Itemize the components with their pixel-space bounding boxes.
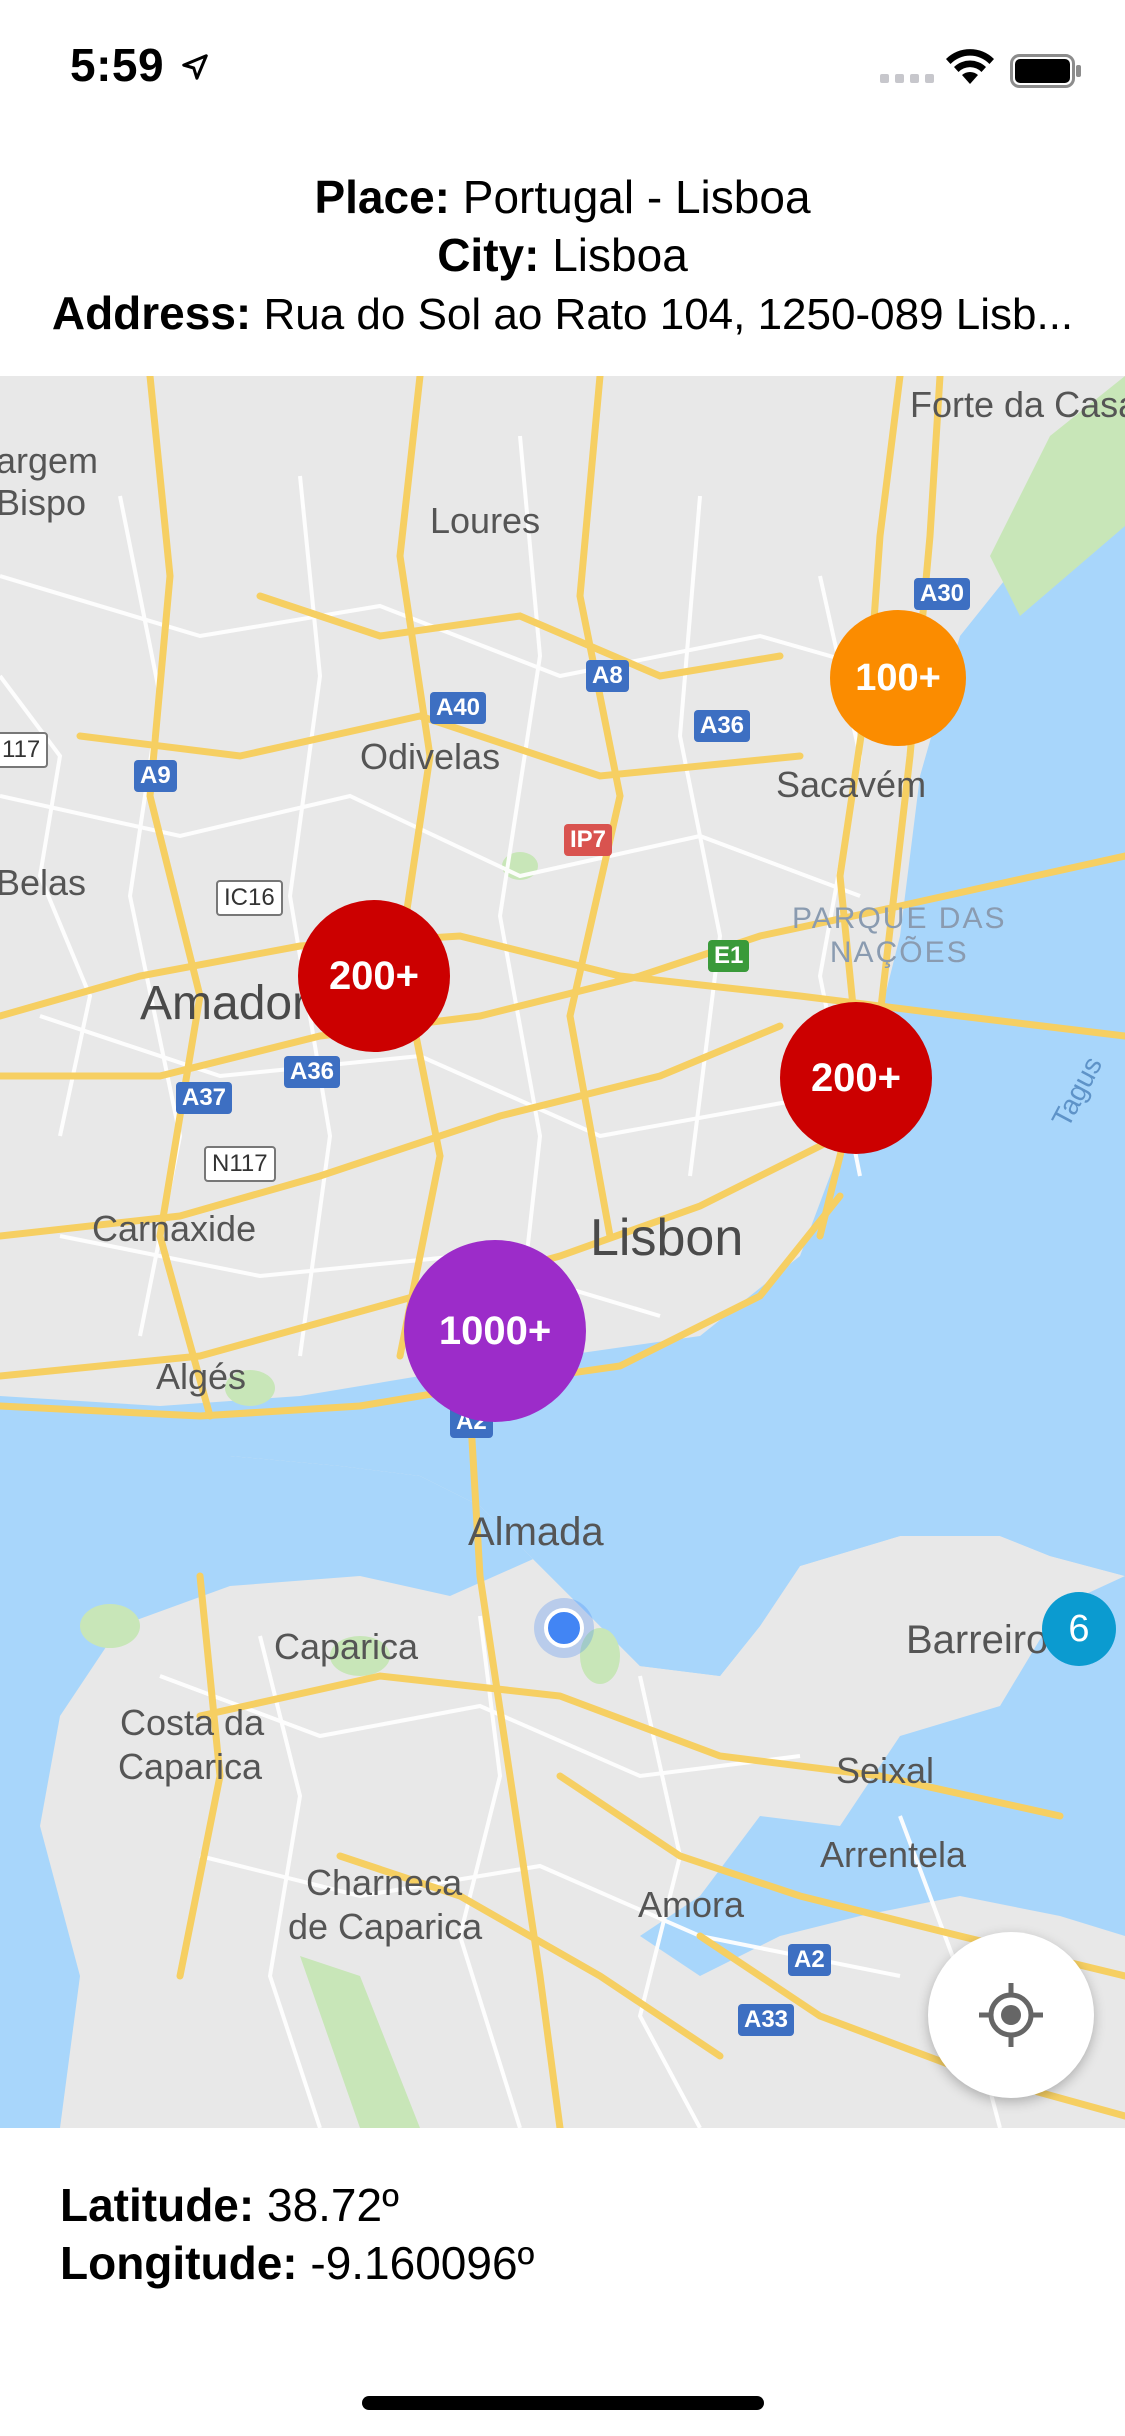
user-location-dot bbox=[544, 1608, 584, 1648]
label-costa-da: Costa da bbox=[120, 1702, 265, 1743]
label-parque: PARQUE DAS bbox=[792, 902, 1007, 935]
shield-a9: A9 bbox=[134, 760, 177, 792]
latitude-key: Latitude: bbox=[60, 2179, 255, 2231]
address-value: Rua do Sol ao Rato 104, 1250-089 Lisb... bbox=[263, 290, 1074, 339]
shield-a8: A8 bbox=[586, 660, 629, 692]
latitude-value: 38.72º bbox=[266, 2179, 399, 2231]
shield-ic16: IC16 bbox=[216, 880, 283, 916]
cluster-marker-100[interactable]: 100+ bbox=[830, 610, 966, 746]
label-nacoes: NAÇÕES bbox=[829, 936, 969, 969]
label-almada: Almada bbox=[468, 1510, 604, 1554]
status-bar: 5:59 bbox=[0, 0, 1125, 132]
label-carnaxide: Carnaxide bbox=[92, 1208, 257, 1249]
shield-n117: N117 bbox=[204, 1146, 276, 1182]
cluster-marker-6[interactable]: 6 bbox=[1042, 1592, 1116, 1666]
label-margem: argem bbox=[0, 440, 99, 481]
city-key: City: bbox=[437, 229, 540, 281]
shield-ip7: IP7 bbox=[564, 824, 613, 856]
label-caparica: Caparica bbox=[274, 1626, 419, 1667]
shield-a2-south: A2 bbox=[788, 1944, 831, 1976]
address-key: Address: bbox=[51, 287, 252, 339]
place-info: Place: Portugal - Lisboa City: Lisboa Ad… bbox=[0, 168, 1125, 344]
shield-a30: A30 bbox=[914, 578, 971, 610]
latitude-line: Latitude: 38.72º bbox=[60, 2176, 534, 2234]
shield-a36-top: A36 bbox=[694, 710, 751, 742]
home-indicator[interactable] bbox=[362, 2396, 764, 2410]
longitude-key: Longitude: bbox=[60, 2237, 298, 2289]
label-costa-caparica: Caparica bbox=[118, 1746, 263, 1787]
label-bispo: Bispo bbox=[0, 482, 87, 523]
cellular-signal-icon bbox=[880, 74, 934, 83]
map-view[interactable]: Forte da Casa argem Bispo Loures Odivela… bbox=[0, 376, 1125, 2128]
address-line: Address: Rua do Sol ao Rato 104, 1250-08… bbox=[0, 284, 1125, 344]
wifi-icon bbox=[946, 49, 994, 84]
place-value: Portugal - Lisboa bbox=[462, 171, 811, 223]
longitude-value: -9.160096º bbox=[310, 2237, 535, 2289]
cluster-marker-1000[interactable]: 1000+ bbox=[404, 1240, 586, 1422]
place-line: Place: Portugal - Lisboa bbox=[0, 168, 1125, 226]
crosshair-icon bbox=[979, 1983, 1043, 2047]
cluster-marker-200-west[interactable]: 200+ bbox=[298, 900, 450, 1052]
label-barreiro: Barreiro bbox=[906, 1618, 1049, 1662]
shield-a40: A40 bbox=[430, 692, 487, 724]
shield-a37: A37 bbox=[176, 1082, 233, 1114]
label-de-caparica: de Caparica bbox=[288, 1906, 483, 1947]
label-alges: Algés bbox=[156, 1356, 247, 1397]
label-arrentela: Arrentela bbox=[820, 1834, 967, 1875]
label-amora: Amora bbox=[638, 1884, 745, 1925]
cluster-marker-200-east[interactable]: 200+ bbox=[780, 1002, 932, 1154]
label-loures: Loures bbox=[430, 500, 541, 541]
shield-117: 117 bbox=[0, 732, 49, 768]
shield-a36-left: A36 bbox=[284, 1056, 341, 1088]
location-arrow-icon bbox=[182, 54, 208, 80]
label-charneca: Charneca bbox=[306, 1862, 463, 1903]
label-lisbon: Lisbon bbox=[590, 1209, 744, 1267]
label-belas: Belas bbox=[0, 862, 87, 903]
label-parque-das-nacoes: PARQUE DAS NAÇÕES bbox=[792, 902, 1007, 970]
label-forte-da-casa: Forte da Casa bbox=[910, 384, 1125, 425]
label-sacavem: Sacavém bbox=[776, 764, 927, 805]
city-value: Lisboa bbox=[552, 229, 688, 281]
coordinates-panel: Latitude: 38.72º Longitude: -9.160096º bbox=[60, 2176, 534, 2292]
place-key: Place: bbox=[314, 171, 450, 223]
shield-a33: A33 bbox=[738, 2004, 795, 2036]
label-odivelas: Odivelas bbox=[360, 736, 501, 777]
longitude-line: Longitude: -9.160096º bbox=[60, 2234, 534, 2292]
my-location-button[interactable] bbox=[928, 1932, 1094, 2098]
shield-e1: E1 bbox=[708, 940, 750, 972]
battery-icon bbox=[1010, 54, 1081, 88]
city-line: City: Lisboa bbox=[0, 226, 1125, 284]
status-time: 5:59 bbox=[70, 39, 165, 91]
label-seixal: Seixal bbox=[836, 1750, 935, 1791]
